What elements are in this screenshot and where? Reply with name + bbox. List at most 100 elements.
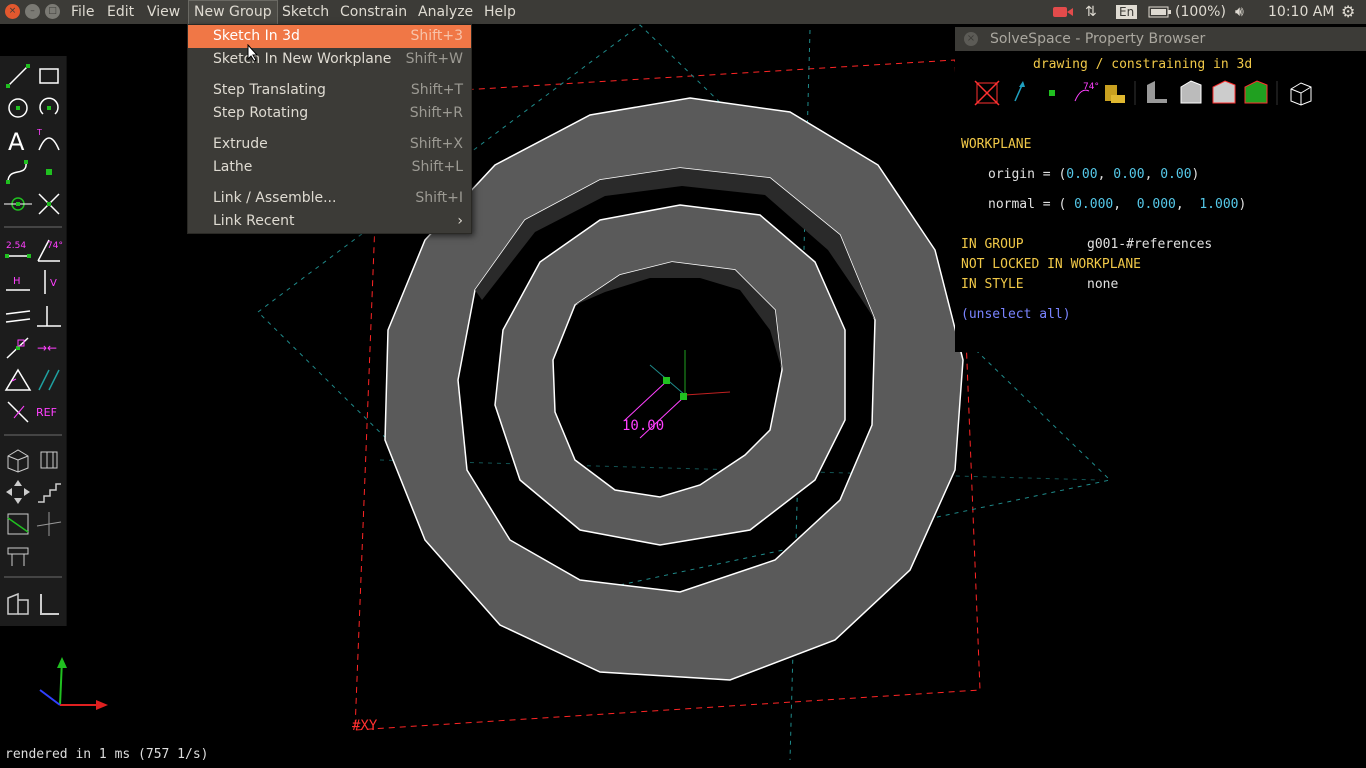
menu-item-step-rotating[interactable]: Step Rotating Shift+R	[188, 102, 471, 125]
svg-text:REF: REF	[36, 406, 57, 419]
in-group-label: IN GROUP	[961, 237, 1024, 252]
workplane-tool-icon[interactable]	[4, 190, 32, 218]
wireframe-icon[interactable]	[1290, 82, 1312, 106]
perpendicular-constraint-icon[interactable]	[35, 302, 63, 330]
menu-item-link-recent[interactable]: Link Recent ›	[188, 210, 471, 233]
in-style-label: IN STYLE	[961, 277, 1024, 292]
plane-label: #XY	[352, 718, 378, 734]
volume-icon[interactable]: 🔊︎	[1235, 0, 1244, 24]
keyboard-layout[interactable]: En	[1116, 0, 1138, 24]
menu-bar: × – □ File Edit View New Group Sketch Co…	[0, 0, 1366, 24]
maximize-icon[interactable]: □	[45, 4, 60, 19]
battery-icon[interactable]	[1148, 0, 1172, 24]
normal-row: normal = ( 0.000, 0.000, 1.000)	[988, 197, 1247, 212]
property-browser-titlebar: × SolveSpace - Property Browser	[955, 27, 1366, 51]
menu-item-sketch-in-3d[interactable]: Sketch In 3d Shift+3	[188, 25, 471, 48]
horizontal-constraint-icon[interactable]: H	[4, 268, 32, 296]
in-group-value[interactable]: g001-#references	[1087, 237, 1212, 252]
vertical-constraint-icon[interactable]: V	[35, 268, 63, 296]
menu-item-lathe[interactable]: Lathe Shift+L	[188, 156, 471, 179]
hide-workplanes-icon[interactable]	[974, 80, 1000, 106]
menu-item-extrude[interactable]: Extrude Shift+X	[188, 133, 471, 156]
recording-icon[interactable]	[1052, 0, 1074, 24]
constraints-icon[interactable]: 74°	[1074, 82, 1099, 102]
arc-tool-icon[interactable]	[35, 94, 63, 122]
new-group-dropdown: Sketch In 3d Shift+3 Sketch In New Workpl…	[187, 24, 472, 234]
property-browser: drawing / constraining in 3d 74° WORKPLA…	[955, 51, 1366, 352]
nearest-iso-view-icon[interactable]	[4, 446, 32, 474]
shaded-solid-icon[interactable]	[1147, 81, 1167, 103]
menu-item-sketch-in-new-workplane[interactable]: Sketch In New Workplane Shift+W	[188, 48, 471, 71]
symmetric-constraint-icon[interactable]: →←	[35, 334, 63, 362]
angle-constraint-icon[interactable]: 74°	[35, 236, 63, 264]
network-icon[interactable]: ⇅	[1085, 0, 1097, 24]
minimize-icon[interactable]: –	[25, 4, 40, 19]
middle-ring	[494, 204, 846, 546]
line-tool-icon[interactable]	[4, 62, 32, 90]
trim-tool-icon[interactable]	[35, 510, 63, 538]
close-icon[interactable]: ×	[5, 4, 20, 19]
zoom-to-fit-icon[interactable]	[4, 478, 32, 506]
export-icon[interactable]	[4, 542, 32, 570]
points-icon[interactable]	[1049, 90, 1055, 96]
same-orientation-icon[interactable]	[35, 366, 63, 394]
toolbar-separator	[4, 226, 62, 228]
mode-label: drawing / constraining in 3d	[1033, 57, 1253, 72]
menu-analyze[interactable]: Analyze	[413, 0, 478, 24]
faces-icon[interactable]	[1105, 85, 1125, 103]
circle-tool-icon[interactable]	[4, 94, 32, 122]
menu-new-group[interactable]: New Group	[188, 0, 278, 24]
svg-text:V: V	[50, 278, 57, 289]
menu-help[interactable]: Help	[479, 0, 521, 24]
menu-view[interactable]: View	[142, 0, 185, 24]
mesh-icon[interactable]	[1244, 80, 1268, 104]
close-icon[interactable]: ×	[964, 32, 978, 46]
nearest-ortho-view-icon[interactable]	[35, 446, 63, 474]
outline-solid-icon[interactable]	[1180, 80, 1202, 104]
equal-constraint-icon[interactable]	[4, 366, 32, 394]
gear-icon[interactable]: ⚙	[1341, 0, 1355, 24]
toolbar-separator	[4, 576, 62, 578]
property-browser-toolbar: 74°	[974, 80, 1312, 106]
workplane-heading: WORKPLANE	[961, 137, 1032, 152]
section-view-icon[interactable]	[4, 510, 32, 538]
menu-item-step-translating[interactable]: Step Translating Shift+T	[188, 79, 471, 102]
bezier-tool-icon[interactable]	[4, 158, 32, 186]
origin-axis-x	[684, 391, 731, 396]
point-on-line-constraint-icon[interactable]	[4, 334, 32, 362]
distance-constraint-icon[interactable]: 2.54	[4, 236, 32, 264]
step-dimension-icon[interactable]	[35, 478, 63, 506]
svg-text:74°: 74°	[1083, 82, 1099, 92]
new-workplane-view-icon[interactable]	[35, 590, 63, 618]
origin-point-2[interactable]	[680, 393, 687, 400]
menu-item-link-assemble[interactable]: Link / Assemble... Shift+I	[188, 187, 471, 210]
reference-toggle-icon[interactable]: REF	[35, 398, 63, 426]
in-style-value[interactable]: none	[1087, 277, 1118, 292]
unselect-all-link[interactable]: (unselect all)	[961, 307, 1071, 322]
origin-row: origin = (0.00, 0.00, 0.00)	[988, 167, 1200, 182]
menu-constrain[interactable]: Constrain	[335, 0, 412, 24]
other-supplementary-icon[interactable]	[4, 398, 32, 426]
split-curves-tool-icon[interactable]	[35, 190, 63, 218]
menu-file[interactable]: File	[66, 0, 99, 24]
normals-icon[interactable]	[1014, 81, 1025, 102]
origin-point[interactable]	[663, 377, 670, 384]
tangent-arc-tool-icon[interactable]: T	[35, 126, 63, 154]
svg-text:H: H	[13, 276, 21, 287]
rectangle-tool-icon[interactable]	[35, 62, 63, 90]
tool-palette: A T 2.54 74° H V →← REF	[0, 56, 67, 626]
text-tool-icon[interactable]: A	[4, 126, 32, 154]
menu-edit[interactable]: Edit	[102, 0, 139, 24]
dimension-line	[624, 379, 669, 421]
parallel-constraint-icon[interactable]	[4, 302, 32, 330]
battery-percent: (100%)	[1175, 4, 1226, 20]
status-bar-text: rendered in 1 ms (757 1/s)	[5, 747, 209, 762]
menu-sketch[interactable]: Sketch	[277, 0, 334, 24]
svg-text:→←: →←	[37, 341, 57, 355]
hidden-lines-icon[interactable]	[1212, 80, 1236, 104]
svg-text:74°: 74°	[47, 241, 63, 251]
dimension-label[interactable]: 10.00	[622, 418, 664, 434]
assemble-icon[interactable]	[4, 590, 32, 618]
point-tool-icon[interactable]	[35, 158, 63, 186]
clock[interactable]: 10:10 AM	[1268, 0, 1334, 24]
